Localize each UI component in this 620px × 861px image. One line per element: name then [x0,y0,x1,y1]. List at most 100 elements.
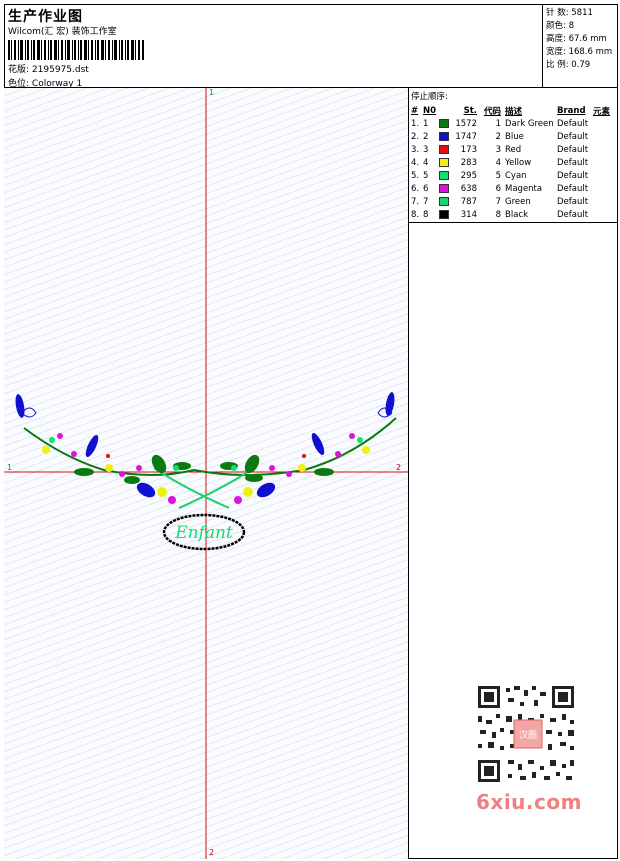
col-element: 元素 [593,106,611,117]
enfant-text: Enfant [174,523,233,543]
row-code: 3 [495,144,501,155]
row-code: 2 [495,131,501,142]
row-num: 2. [411,131,420,142]
row-desc: Blue [505,131,524,142]
table-row: 8. 8 314 8 Black Default [411,208,615,221]
row-code: 5 [495,170,501,181]
row-num: 4. [411,157,420,168]
row-brand: Default [557,183,589,194]
row-code: 4 [495,157,501,168]
row-no: 7 [423,196,429,207]
design-width: 宽度: 168.6 mm [546,47,613,57]
watermark-text: 6xiu.com [476,790,582,814]
blue-leaves [15,392,395,498]
row-brand: Default [557,144,589,155]
vine-arc [23,417,397,476]
row-brand: Default [557,170,589,181]
table-row: 2. 2 1747 2 Blue Default [411,130,615,143]
stamp-text: 汉图 [519,730,537,741]
row-num: 8. [411,209,420,220]
design-value: 2195975.dst [31,65,89,75]
embroidery-design: Enfant [4,88,408,859]
table-row: 5. 5 295 5 Cyan Default [411,169,615,182]
row-desc: Cyan [505,170,527,181]
row-element [593,117,615,130]
color-swatch [439,156,453,169]
row-num: 5. [411,170,420,181]
row-num: 7. [411,196,420,207]
row-element [593,143,615,156]
row-st: 638 [460,183,477,194]
row-element [593,169,615,182]
row-code: 8 [495,209,501,220]
row-no: 8 [423,209,429,220]
row-code: 6 [495,183,501,194]
row-brand: Default [557,157,589,168]
axis-label-top: 1 [209,88,215,97]
row-desc: Yellow [505,157,532,168]
row-num: 1. [411,118,420,129]
row-desc: Dark Green [505,118,554,129]
table-row: 3. 3 173 3 Red Default [411,143,615,156]
axis-label-left: 1 [7,463,13,472]
col-st: St. [463,105,477,116]
axis-label-bottom: 2 [209,848,215,857]
row-no: 3 [423,144,429,155]
table-row: 1. 1 1572 1 Dark Green Default [411,117,615,130]
row-desc: Black [505,209,528,220]
row-desc: Green [505,196,531,207]
table-header: # N0 St. 代码 描述 Brand 元素 [411,104,615,117]
table-row: 6. 6 638 6 Magenta Default [411,182,615,195]
row-st: 173 [460,144,477,155]
stops-title: 停止顺序: [411,92,448,102]
color-swatch [439,195,453,208]
color-swatch [439,143,453,156]
row-no: 2 [423,131,429,142]
col-no: N0 [423,105,437,116]
row-desc: Magenta [505,183,543,194]
table-row: 4. 4 283 4 Yellow Default [411,156,615,169]
color-swatch [439,182,453,195]
axis-label-right: 2 [396,463,402,472]
stop-sequence-table: # N0 St. 代码 描述 Brand 元素 1. 1 1572 1 Dark… [411,104,615,221]
row-code: 1 [495,118,501,129]
row-no: 4 [423,157,429,168]
row-brand: Default [557,209,589,220]
design-label: 花版: [8,65,30,75]
qr-code-icon: 汉图 [470,680,582,788]
design-scale: 比 例: 0.79 [546,60,591,70]
row-element [593,195,615,208]
row-num: 6. [411,183,420,194]
col-num: # [411,105,419,116]
row-st: 787 [460,196,477,207]
row-no: 1 [423,118,429,129]
row-num: 3. [411,144,420,155]
row-element [593,156,615,169]
table-row: 7. 7 787 7 Green Default [411,195,615,208]
color-swatch [439,169,453,182]
col-swatch [439,104,453,117]
row-brand: Default [557,131,589,142]
row-brand: Default [557,118,589,129]
row-brand: Default [557,196,589,207]
row-st: 314 [460,209,477,220]
company-name: Wilcom(汇 宏) 装饰工作室 [8,27,117,37]
stats-panel: 针 数: 5811 颜色: 8 高度: 67.6 mm 宽度: 168.6 mm… [542,4,618,88]
design-height: 高度: 67.6 mm [546,34,607,44]
row-element [593,208,615,221]
color-count: 颜色: 8 [546,21,574,31]
stop-sequence-panel: 停止顺序: # N0 St. 代码 描述 Brand 元素 1. 1 1572 … [409,88,618,223]
row-code: 7 [495,196,501,207]
green-leaves [74,454,334,484]
row-st: 283 [460,157,477,168]
row-element [593,182,615,195]
row-st: 295 [460,170,477,181]
col-desc: 描述 [505,106,523,117]
row-no: 5 [423,170,429,181]
stitch-count: 针 数: 5811 [546,8,593,18]
row-desc: Red [505,144,522,155]
design-file: 花版: 2195975.dst [8,62,89,75]
row-element [593,130,615,143]
page-title: 生产作业图 [8,9,83,25]
barcode [8,40,144,60]
